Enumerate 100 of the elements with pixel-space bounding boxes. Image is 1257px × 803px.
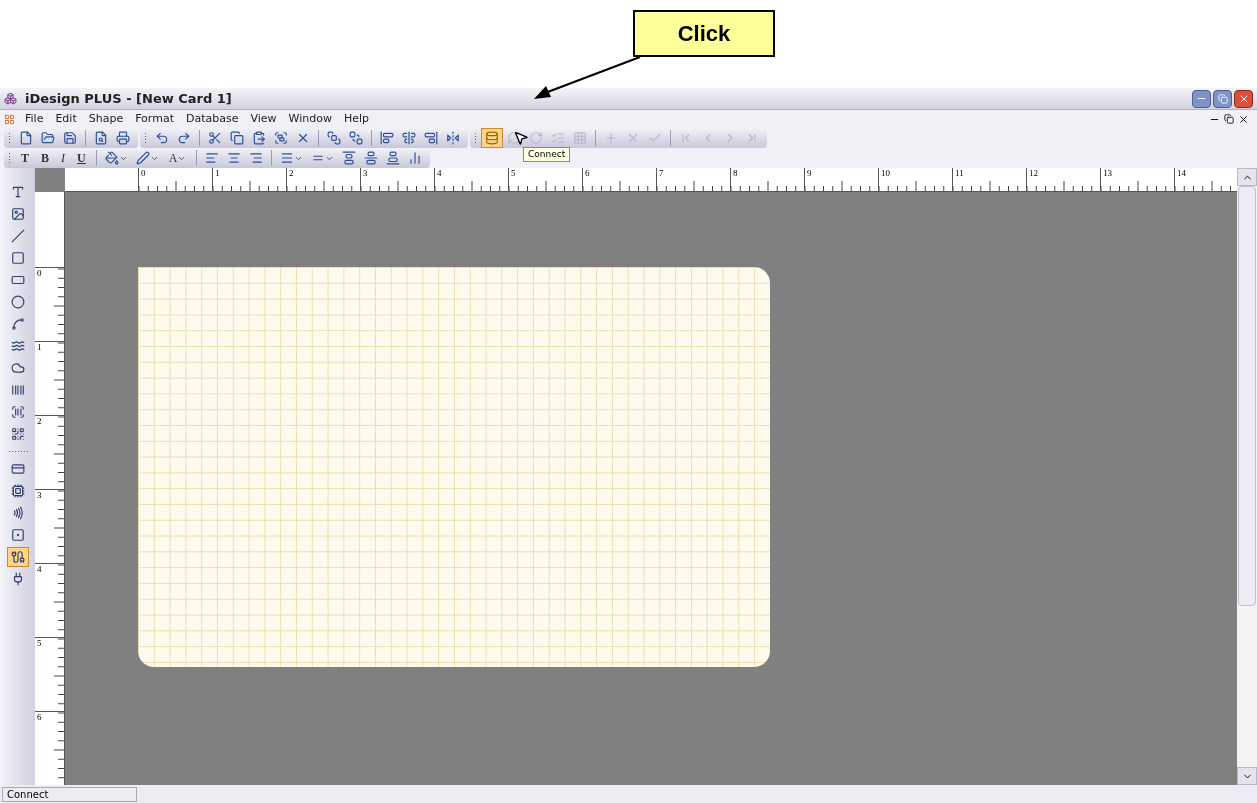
page-magnifier-icon [94, 131, 108, 145]
menu-item[interactable]: Window [282, 110, 338, 128]
ruler-number: 6 [584, 168, 590, 178]
ruler-number: 5 [36, 638, 42, 648]
format-button[interactable]: A [162, 149, 193, 167]
ruler-number: 12 [1028, 168, 1038, 178]
cable-icon [10, 550, 25, 564]
ruler-number: 0 [140, 168, 146, 178]
cursor-icon [513, 130, 529, 146]
page-icon [19, 131, 33, 145]
printer-icon [116, 131, 130, 145]
chip-icon [10, 484, 25, 498]
grid-icon [573, 131, 587, 145]
paint-bucket-icon [104, 151, 119, 165]
ruler-number: 4 [436, 168, 442, 178]
folder-icon [41, 131, 55, 145]
text-align-left-icon [205, 151, 220, 165]
text-align-center-icon [227, 151, 242, 165]
close-button[interactable] [1234, 89, 1253, 108]
cable-tool[interactable] [6, 547, 29, 567]
ellipse-icon [10, 295, 25, 309]
ruler-number: 14 [1176, 168, 1186, 178]
text-tool-icon [10, 185, 25, 199]
bring-to-front-icon [327, 131, 341, 145]
ruler-number: 3 [36, 490, 42, 500]
scissors-icon [208, 131, 222, 145]
restore-icon[interactable] [1224, 113, 1234, 124]
align-center-icon [402, 131, 416, 145]
minimize-button[interactable] [1192, 89, 1211, 108]
ruler-number: 13 [1102, 168, 1112, 178]
callout-text: Click [677, 20, 731, 48]
pen-icon [135, 151, 150, 165]
ruler-number: 1 [214, 168, 220, 178]
tooltip: Connect [523, 147, 571, 162]
ruler-number: 9 [806, 168, 812, 178]
app-icon [4, 92, 17, 105]
clipboard-icon [252, 131, 266, 145]
ruler-number: 8 [732, 168, 738, 178]
align-bottom-icon [386, 151, 401, 165]
align-top-icon [342, 151, 357, 165]
check-icon [648, 131, 662, 145]
ruler-number: 3 [362, 168, 368, 178]
database-icon [485, 131, 499, 145]
last-record-icon [745, 131, 759, 145]
menu-item[interactable]: Format [129, 110, 180, 128]
plus-icon [604, 131, 618, 145]
format-button[interactable]: B [35, 149, 56, 167]
line-style-icon [280, 151, 295, 165]
window-title: iDesign PLUS - [New Card 1] [25, 89, 232, 108]
menu-item[interactable]: Help [337, 110, 375, 128]
rotate-icon [529, 131, 543, 145]
list-icon [551, 131, 565, 145]
format-button[interactable]: I [55, 149, 72, 167]
ruler-corner [35, 168, 65, 192]
ruler-number: 7 [658, 168, 664, 178]
scroll-thumb[interactable] [1238, 186, 1256, 606]
restore-icon [1217, 93, 1228, 104]
align-right-icon [424, 131, 438, 145]
status-text: Connect [2, 786, 137, 802]
ruler-number: 4 [36, 564, 42, 574]
ruler-number: 0 [36, 268, 42, 278]
ruler-number: 2 [36, 416, 42, 426]
format-button[interactable]: U [71, 149, 92, 167]
menu-item[interactable]: Edit [49, 110, 83, 128]
arc-icon [10, 317, 25, 331]
ruler-number: 10 [880, 168, 890, 178]
ruler-number: 6 [36, 712, 42, 722]
ruler-number: 5 [510, 168, 516, 178]
format-button[interactable]: T [15, 149, 35, 167]
ruler-number: 1 [36, 342, 42, 352]
close-icon[interactable] [1238, 113, 1249, 125]
ruler-number: 2 [288, 168, 294, 178]
ruler-number: 11 [954, 168, 964, 178]
barcode-icon [10, 383, 25, 397]
menu-item[interactable]: Shape [82, 110, 130, 128]
picture-icon [10, 207, 25, 221]
maximize-button[interactable] [1213, 89, 1232, 108]
delete-icon [296, 131, 310, 145]
copy-icon [230, 131, 244, 145]
redo-icon [177, 131, 191, 145]
rounded-rectangle-icon [10, 273, 25, 287]
first-record-icon [679, 131, 693, 145]
send-to-back-icon [349, 131, 363, 145]
matrix-code-icon [10, 427, 25, 441]
undo-icon [155, 131, 169, 145]
text-align-right-icon [249, 151, 264, 165]
menu-item[interactable]: View [244, 110, 283, 128]
rectangle-icon [10, 251, 25, 265]
cross-icon [626, 131, 640, 145]
align-middle-icon [364, 151, 379, 165]
menu-item[interactable]: File [19, 110, 50, 128]
vertical-scrollbar[interactable] [1237, 168, 1257, 785]
magnetic-stripe-icon [10, 462, 25, 476]
menu-item[interactable]: Database [179, 110, 245, 128]
align-baseline-icon [408, 151, 423, 165]
flip-icon [446, 131, 460, 145]
database-button[interactable] [481, 128, 503, 148]
line-icon [10, 229, 25, 243]
align-left-icon [380, 131, 394, 145]
group-frame-icon [274, 131, 288, 145]
